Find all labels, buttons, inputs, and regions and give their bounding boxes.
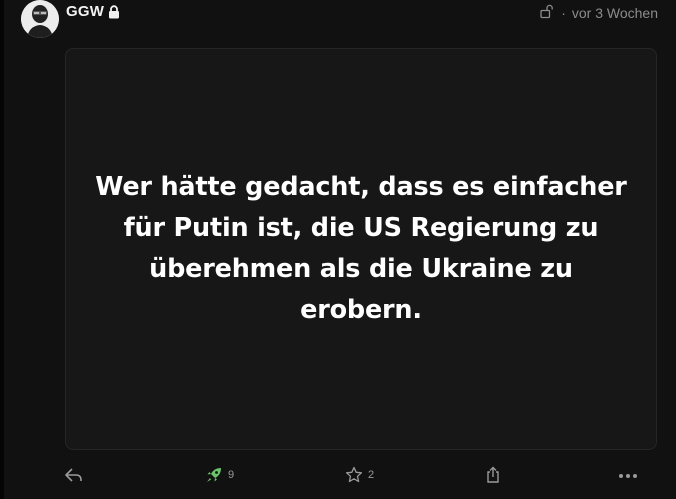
favourite-button[interactable]: 2 xyxy=(345,466,374,484)
post-meta: · vor 3 Wochen xyxy=(539,3,658,22)
post-header: GGW · vor 3 Wochen xyxy=(0,0,676,44)
status-post: GGW · vor 3 Wochen Wer hätte gedacht, da… xyxy=(0,0,676,499)
more-icon xyxy=(617,466,639,484)
meta-separator: · xyxy=(561,4,566,21)
boost-count: 9 xyxy=(228,469,235,481)
post-text: Wer hätte gedacht, dass es einfacher für… xyxy=(95,172,627,325)
share-button[interactable] xyxy=(485,466,501,484)
author[interactable]: GGW xyxy=(66,3,120,20)
author-name[interactable]: GGW xyxy=(66,3,104,20)
reply-button[interactable] xyxy=(64,466,84,484)
timestamp[interactable]: vor 3 Wochen xyxy=(572,5,658,21)
action-bar: 9 2 xyxy=(0,458,676,494)
post-image-card[interactable]: Wer hätte gedacht, dass es einfacher für… xyxy=(65,48,657,450)
star-icon xyxy=(345,466,363,484)
more-button[interactable] xyxy=(617,466,639,484)
rocket-icon xyxy=(205,466,223,484)
avatar[interactable] xyxy=(21,0,59,38)
reply-icon xyxy=(64,466,84,484)
left-edge-divider xyxy=(0,0,4,499)
boost-button[interactable]: 9 xyxy=(205,466,234,484)
share-icon xyxy=(485,466,501,484)
lock-icon xyxy=(108,4,120,19)
favourite-count: 2 xyxy=(368,469,375,481)
unlock-icon[interactable] xyxy=(539,3,555,22)
